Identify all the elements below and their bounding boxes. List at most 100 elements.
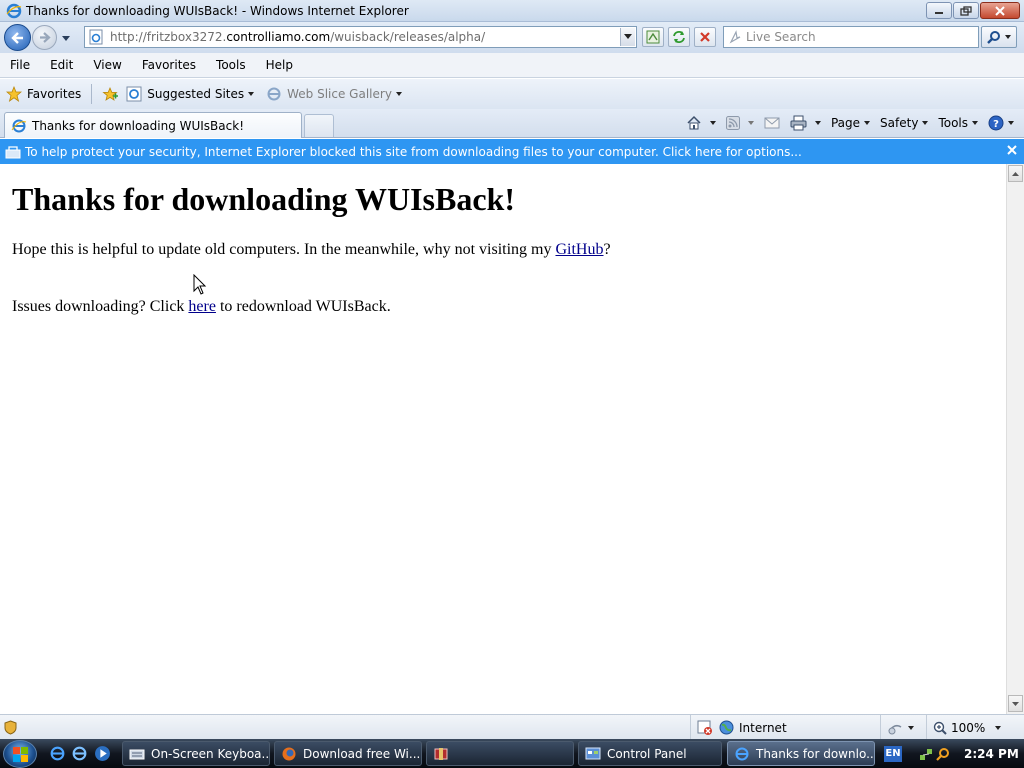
search-box[interactable]: Live Search — [723, 26, 979, 48]
tools-menu-button[interactable]: Tools — [934, 112, 982, 134]
zoom-dropdown-icon — [995, 725, 1002, 730]
read-mail-button[interactable] — [760, 112, 784, 134]
mouse-cursor-icon — [193, 274, 207, 295]
network-icon[interactable] — [918, 746, 934, 762]
archive-icon — [434, 747, 448, 760]
feeds-button[interactable] — [722, 112, 758, 134]
back-button[interactable] — [4, 24, 31, 51]
address-url[interactable]: http://fritzbox3272.controlliamo.com/wui… — [110, 30, 485, 44]
zoom-level: 100% — [951, 720, 986, 735]
menu-help[interactable]: Help — [256, 58, 303, 72]
menu-edit[interactable]: Edit — [40, 58, 83, 72]
suggested-sites-button[interactable]: Suggested Sites — [120, 82, 260, 106]
forward-button[interactable] — [32, 25, 57, 50]
intro-text: Hope this is helpful to update old compu… — [12, 241, 556, 258]
zone-section[interactable]: Internet — [690, 715, 876, 740]
zoom-icon — [933, 721, 947, 735]
menu-tools[interactable]: Tools — [206, 58, 256, 72]
close-button[interactable] — [980, 2, 1020, 19]
stop-button[interactable] — [694, 27, 716, 47]
page-menu-dropdown-icon — [864, 121, 871, 125]
page-heading: Thanks for downloading WUIsBack! — [12, 181, 515, 217]
print-dropdown-icon[interactable] — [814, 121, 821, 125]
search-icon — [987, 31, 1000, 44]
restore-icon — [960, 5, 972, 16]
issues-paragraph: Issues downloading? Click here to redown… — [12, 297, 1006, 317]
tools-menu-label: Tools — [938, 116, 968, 130]
chevron-down-icon — [1012, 701, 1019, 706]
information-bar[interactable]: To help protect your security, Internet … — [0, 139, 1024, 164]
navigation-bar: http://fritzbox3272.controlliamo.com/wui… — [0, 22, 1024, 53]
scroll-up-button[interactable] — [1008, 165, 1023, 182]
taskbar-item-archive[interactable] — [426, 741, 574, 766]
redownload-link[interactable]: here — [188, 298, 216, 315]
menu-file[interactable]: File — [0, 58, 40, 72]
compatibility-view-button[interactable] — [642, 27, 664, 47]
favorites-label: Favorites — [27, 87, 82, 101]
page-icon — [89, 29, 103, 45]
home-icon — [687, 115, 701, 130]
star-icon — [6, 86, 22, 102]
intro-paragraph: Hope this is helpful to update old compu… — [12, 240, 1006, 260]
quick-launch-ie-icon[interactable] — [49, 745, 66, 762]
taskbar-item-on-screen-keyboard[interactable]: On-Screen Keyboa... — [122, 741, 270, 766]
github-link[interactable]: GitHub — [555, 241, 603, 258]
home-button[interactable] — [682, 112, 720, 134]
taskbar-item-download[interactable]: Download free Wi... — [274, 741, 422, 766]
language-indicator[interactable]: EN — [884, 745, 902, 762]
safety-menu-button[interactable]: Safety — [876, 112, 932, 134]
menu-favorites[interactable]: Favorites — [132, 58, 206, 72]
search-placeholder: Live Search — [746, 30, 816, 44]
scroll-down-button[interactable] — [1008, 695, 1023, 712]
clock[interactable]: 2:24 PM — [964, 747, 1019, 761]
page-menu-button[interactable]: Page — [827, 112, 874, 134]
tab-active[interactable]: Thanks for downloading WUIsBack! — [4, 112, 302, 138]
status-bar: Internet 100% — [0, 714, 1024, 740]
search-options-icon[interactable] — [1005, 35, 1011, 39]
firefox-icon — [282, 747, 296, 760]
taskbar-item-control-panel[interactable]: Control Panel — [578, 741, 722, 766]
address-dropdown-button[interactable] — [620, 28, 635, 46]
control-panel-icon — [585, 747, 601, 759]
web-slice-gallery-label: Web Slice Gallery — [287, 87, 392, 101]
address-bar[interactable]: http://fritzbox3272.controlliamo.com/wui… — [84, 26, 637, 48]
quick-launch-ie-alt-icon[interactable] — [71, 745, 88, 762]
printer-icon — [790, 115, 807, 131]
close-icon[interactable] — [1005, 143, 1019, 157]
search-button[interactable] — [981, 26, 1017, 48]
refresh-button[interactable] — [668, 27, 690, 47]
intro-text-end: ? — [603, 241, 611, 258]
vertical-scrollbar[interactable] — [1006, 164, 1024, 714]
print-button[interactable] — [786, 112, 825, 134]
favorites-bar: Favorites Suggested Sites Web Slice Gall… — [0, 79, 1024, 109]
feeds-dropdown-icon[interactable] — [747, 121, 754, 125]
keyboard-icon — [129, 749, 145, 759]
zoom-section[interactable]: 100% — [926, 715, 1006, 740]
add-to-favorites-bar-button[interactable] — [96, 82, 120, 106]
restore-button[interactable] — [953, 2, 979, 19]
new-tab-button[interactable] — [304, 114, 334, 137]
quick-launch-media-player-icon[interactable] — [94, 745, 111, 762]
history-dropdown-icon[interactable] — [60, 32, 72, 44]
download-blocked-icon — [5, 145, 21, 158]
taskbar-item-internet-explorer[interactable]: Thanks for downlo... — [727, 741, 875, 766]
favorites-button[interactable]: Favorites — [0, 82, 87, 106]
title-bar: Thanks for downloading WUIsBack! - Windo… — [0, 0, 1024, 22]
page-content: Thanks for downloading WUIsBack! Hope th… — [0, 164, 1006, 714]
menu-view[interactable]: View — [83, 58, 131, 72]
search-icon[interactable] — [936, 747, 950, 761]
compatibility-view-icon — [646, 30, 660, 44]
start-button[interactable] — [3, 740, 37, 768]
taskbar-item-label: Download free Wi... — [303, 746, 421, 761]
help-button[interactable]: ? — [984, 112, 1018, 134]
information-bar-message[interactable]: To help protect your security, Internet … — [25, 145, 802, 159]
window-title: Thanks for downloading WUIsBack! - Windo… — [26, 3, 409, 18]
menu-bar: File Edit View Favorites Tools Help — [0, 53, 1024, 78]
web-slice-gallery-button[interactable]: Web Slice Gallery — [260, 82, 408, 106]
tab-label: Thanks for downloading WUIsBack! — [32, 118, 245, 133]
home-dropdown-icon[interactable] — [709, 121, 716, 125]
rss-feed-icon — [725, 116, 740, 130]
favorites-separator — [91, 84, 93, 104]
popup-blocker-section[interactable] — [880, 715, 924, 740]
minimize-button[interactable] — [926, 2, 952, 19]
